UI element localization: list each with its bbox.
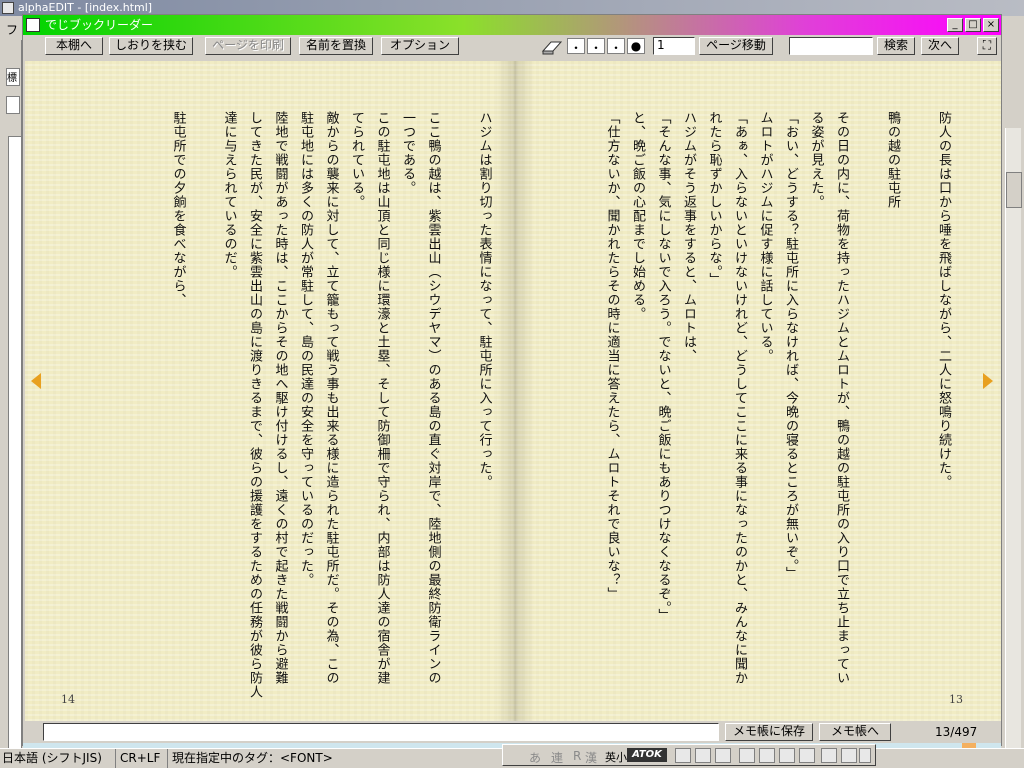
editor-doc-icon[interactable] — [6, 96, 20, 114]
right-page-line: る姿が見えた。 — [808, 111, 824, 209]
page-jump-button[interactable]: ページ移動 — [699, 37, 773, 55]
minimize-button[interactable]: _ — [947, 18, 963, 32]
left-page-line: ここ鴨の越は、紫雲出山（シウデヤマ）のある島の直ぐ対岸で、陸地側の最終防衛ライン… — [425, 111, 441, 685]
replace-name-button[interactable]: 名前を置換 — [299, 37, 373, 55]
ime-book-icon[interactable] — [799, 748, 815, 763]
book-gutter — [495, 61, 535, 721]
editor-title: alphaEDIT - [index.html] — [18, 1, 153, 14]
right-page-line: ハジムがそう返事をすると、ムロトは、 — [681, 111, 696, 363]
editor-app-icon — [2, 2, 14, 14]
status-line-ending: CR+LF — [118, 749, 168, 768]
right-page-number: 13 — [949, 693, 963, 706]
right-page-line: 「あぁ、入らないといけないけれど、どうしてここに来る事になったのかと、みんなに聞… — [732, 111, 747, 685]
book-spread: 防人の長は口から唾を飛ばしながら、二人に怒鳴り続けた。 鴨の越の駐屯所 その日の内に… — [25, 61, 1001, 721]
left-page-line: 達に与えられているのだ。 — [221, 111, 237, 279]
ime-help-icon[interactable] — [841, 748, 857, 763]
editor-left-panel: 標 — [0, 40, 22, 756]
left-page-line: ハジムは割り切った表情になって、駐屯所に入って行った。 — [476, 111, 492, 489]
ime-pen-icon[interactable] — [695, 748, 711, 763]
bookmark-button[interactable]: しおりを挟む — [109, 37, 193, 55]
font-size-small[interactable]: ・ — [587, 38, 605, 55]
search-input[interactable] — [789, 37, 873, 55]
font-size-xsmall[interactable]: ・ — [567, 38, 585, 55]
page-number-input[interactable]: 1 — [653, 37, 695, 55]
ime-toolbar: あ 連 R 漢 英小 ATOK — [502, 744, 876, 766]
left-page-number: 14 — [61, 693, 75, 706]
right-page-line: 防人の長は口から唾を飛ばしながら、二人に怒鳴り続けた。 — [936, 111, 951, 489]
memo-bar: メモ帳に保存 メモ帳へ 13/497 — [23, 721, 1001, 749]
ime-eisho[interactable]: 英小 — [605, 749, 627, 765]
fullscreen-button[interactable]: ⛶ — [977, 37, 997, 55]
ime-renzoku[interactable]: 連 — [551, 749, 563, 766]
bookshelf-button[interactable]: 本棚へ — [45, 37, 103, 55]
editor-scrollbar-thumb[interactable] — [1006, 172, 1022, 208]
right-page-line: と、晩ご飯の心配までし始める。 — [630, 111, 645, 321]
ime-kanji[interactable]: 漢 — [585, 749, 597, 766]
ime-hiragana[interactable]: あ — [529, 749, 541, 766]
left-page-line: 駐屯所での夕餉を食べながら、 — [170, 111, 186, 307]
right-page-line: れたら恥ずかしいからな。」 — [706, 111, 722, 287]
right-page-line: 「そんな事、気にしないで入ろう。でないと、晩ご飯にもありつけなくなるぞ。」 — [655, 111, 671, 623]
status-encoding: 日本語 (シフトJIS) — [0, 749, 116, 768]
left-page-line: 陸地で戦闘があった時は、ここからその地へ駆け付けるし、遠くの村で起きた戦闘から避… — [272, 111, 288, 685]
editor-right-panel — [1002, 40, 1024, 758]
reader-app-icon[interactable] — [26, 18, 40, 32]
editor-menu-file[interactable]: ファ — [0, 16, 20, 54]
ime-edit-icon[interactable] — [715, 748, 731, 763]
next-button[interactable]: 次へ — [921, 37, 959, 55]
editor-ruler — [8, 136, 22, 756]
editor-left-label[interactable]: 標 — [6, 68, 20, 86]
options-button[interactable]: オプション — [381, 37, 459, 55]
next-page-arrow-icon[interactable] — [983, 373, 993, 389]
book-reader-window: でじブックリーダー _ □ × 本棚へ しおりを挟む ページを印刷 名前を置換 … — [22, 14, 1002, 749]
ime-properties-icon[interactable] — [821, 748, 837, 763]
font-size-medium[interactable]: ・ — [607, 38, 625, 55]
ime-tool-icon[interactable] — [675, 748, 691, 763]
ime-romaji[interactable]: R — [573, 749, 581, 763]
atok-logo[interactable]: ATOK — [627, 748, 667, 762]
editor-scrollbar[interactable] — [1005, 128, 1022, 758]
right-page-line: ムロトがハジムに促す様に話している。 — [757, 111, 773, 363]
open-memo-button[interactable]: メモ帳へ — [819, 723, 891, 741]
ime-dict-icon[interactable] — [779, 748, 795, 763]
left-page-line: 駐屯地には多くの防人が常駐して、島の民達の安全を守っているのだった。 — [298, 111, 313, 587]
reader-title: でじブックリーダー — [45, 18, 154, 32]
prev-page-arrow-icon[interactable] — [31, 373, 41, 389]
memo-input[interactable] — [43, 723, 719, 741]
right-page-line: 鴨の越の駐屯所 — [885, 111, 900, 209]
reader-toolbar: 本棚へ しおりを挟む ページを印刷 名前を置換 オプション ・ ・ ・ ● 1 … — [23, 35, 1001, 61]
left-page-line: してきた民が、安全に紫雲出山の島に渡りきるまで、彼らの援護をするための任務が彼ら… — [247, 111, 262, 699]
eraser-icon[interactable] — [541, 39, 563, 55]
font-size-large[interactable]: ● — [627, 38, 645, 54]
ime-record-icon[interactable] — [739, 748, 755, 763]
close-button[interactable]: × — [983, 18, 999, 32]
left-page-line: この駐屯地は山頂と同じ様に環濠と土塁、そして防御柵で守られ、内部は防人達の宿舎が… — [374, 111, 390, 685]
reader-title-bar[interactable]: でじブックリーダー _ □ × — [23, 15, 1001, 35]
left-page-line: 敵からの襲来に対して、立て籠もって戦う事も出来る様に造られた駐屯所だ。その為、こ… — [323, 111, 339, 685]
ime-more-icon[interactable] — [859, 748, 871, 763]
right-page-line: その日の内に、荷物を持ったハジムとムロトが、鴨の越の駐屯所の入り口で立ち止まって… — [834, 111, 849, 685]
left-page-line: てられている。 — [349, 111, 364, 209]
search-button[interactable]: 検索 — [877, 37, 915, 55]
print-page-button[interactable]: ページを印刷 — [205, 37, 291, 55]
save-memo-button[interactable]: メモ帳に保存 — [725, 723, 813, 741]
status-tag: 現在指定中のタグ：<FONT> — [172, 751, 333, 765]
ime-menu-icon[interactable] — [759, 748, 775, 763]
right-page-line: 「おい、どうする？駐屯所に入らなければ、今晩の寝るところが無いぞ。」 — [783, 111, 798, 581]
left-page-line: 一つである。 — [400, 111, 415, 195]
right-page-line: 「仕方ないか、聞かれたらその時に適当に答えたら、ムロトそれで良いな？」 — [604, 111, 620, 601]
maximize-button[interactable]: □ — [965, 18, 981, 32]
page-count: 13/497 — [935, 725, 978, 739]
